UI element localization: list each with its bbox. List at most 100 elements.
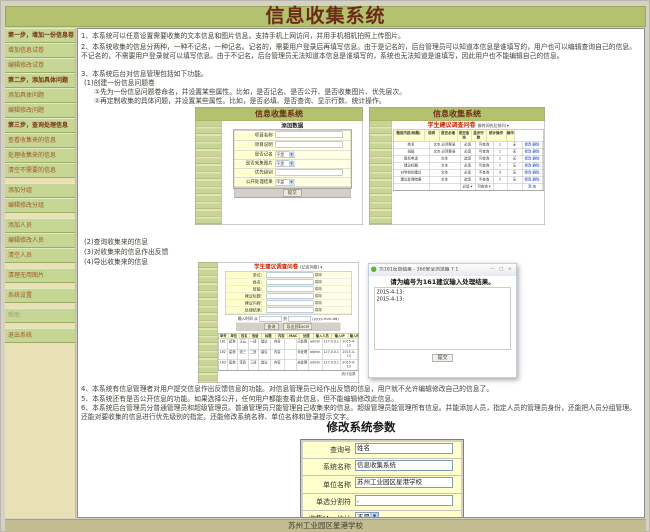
sidebar-item-label: 清空不需要的信息 xyxy=(8,167,57,174)
mini-query-form: 单位： 模糊 姓名： 模糊 班级： 模糊 建议标题： 模糊 建议内容： 模糊 处… xyxy=(224,271,352,316)
mini-results-row: 161 星港 王云 一班 建议 内容 已处理 admin 127.0.0.1 2015-… xyxy=(218,339,359,350)
sidebar-item[interactable]: 清理无用图片 xyxy=(5,268,75,283)
mini-column-header: 输入人员 xyxy=(313,333,332,339)
params-form-input[interactable]: 姓名 xyxy=(355,443,453,454)
mini-query-input xyxy=(266,293,314,300)
screenshot-query-results: 学生建议调查问卷 (记名问卷) ▾ 单位： 模糊 姓名： 模糊 班级： 模糊 建… xyxy=(198,262,359,383)
sidebar: 第一步，增加一份信息卷 增加信息试卷 编辑修改试卷 第二步，添加具体问题 添加具… xyxy=(5,28,76,518)
sidebar-item[interactable]: 帮助 xyxy=(5,308,75,323)
mini-table-header: 题目内容(标题) 说明 是否必填 是否查询 显示行数 统计操作 操作 xyxy=(393,130,544,142)
mini-column-header: 单位 xyxy=(228,333,240,339)
app-header: 信息收集系统 xyxy=(5,6,646,27)
footer: 苏州工业园区星港学校 xyxy=(5,519,646,532)
mini-form-row: 公开处理结果 不是 xyxy=(234,177,351,187)
mini-results-row: 162 星港 张三 二班 建议 内容 未处理 admin 127.0.0.1 2015-… xyxy=(218,349,359,361)
sidebar-item-label: 添加分组 xyxy=(8,187,33,194)
sidebar-item-label: 查看收集来的信息 xyxy=(8,137,57,144)
mini-app-header: 信息收集系统 xyxy=(369,107,545,121)
help-paragraph-2: 2、本系统收集的信息分两种，一种不记名，一种记名。记名的，需要用户登录后再填写信… xyxy=(81,43,636,61)
sidebar-item-label: 帮助 xyxy=(8,312,21,319)
mini-form-label: 优先级别 xyxy=(234,170,275,176)
mini-app-header: 信息收集系统 xyxy=(195,107,363,121)
sidebar-item[interactable]: 增加信息试卷 xyxy=(5,43,75,58)
sidebar-item-label: 第一步，增加一份信息卷 xyxy=(8,32,75,39)
sidebar-item[interactable]: 清空人员 xyxy=(5,248,75,263)
mini-column-header: 姓名 xyxy=(239,333,250,339)
help-step-1a: ①先为一份信息问题卷命名，并设置某些属性。比如，是否记名、是否公开、是否收集图片… xyxy=(94,88,406,96)
mini-form-input: 不是 xyxy=(275,151,295,158)
mini-query-input xyxy=(266,279,314,286)
sidebar-item[interactable]: 添加具体问题 xyxy=(5,88,75,103)
mini-form-label: 项目说明 xyxy=(234,142,275,149)
mini-form-row: 优先级别 xyxy=(234,168,351,178)
sidebar-item[interactable]: 系统设置 xyxy=(5,288,75,303)
mini-form-input: 不是 xyxy=(275,178,295,186)
close-icon: × xyxy=(507,266,512,272)
mini-query-input xyxy=(266,300,314,307)
sidebar-item[interactable]: 添加分组 xyxy=(5,183,75,198)
mini-form-row: 项目名称 xyxy=(234,131,351,141)
mini-column-header: 标题 xyxy=(261,333,276,339)
mini-form-input: 不是 xyxy=(275,160,295,167)
mini-form-row: 是否采集图片 不是 xyxy=(234,159,351,169)
mini-column-header: 说明 xyxy=(424,130,440,142)
mini-column-header: 是否查询 xyxy=(457,130,472,142)
mini-form-label: 是否记名 xyxy=(234,151,275,158)
sidebar-item[interactable]: 退出系统 xyxy=(5,328,75,343)
params-form-label: 单位名称 xyxy=(323,480,351,489)
sidebar-item[interactable]: 编辑修改问题 xyxy=(5,103,75,118)
help-paragraph-1: 1、本系统可以任意设置需要收集的文本信息和图片信息。支持手机上网访问，并用手机相… xyxy=(81,32,405,40)
sidebar-item-label: 编辑修改人员 xyxy=(8,237,45,244)
mini-form-label: 是否采集图片 xyxy=(234,160,275,167)
mini-question-table: 题目内容(标题) 说明 是否必填 是否查询 显示行数 统计操作 操作 姓名 文本 必须登录 必… xyxy=(392,129,544,192)
mini-table-row: 联系电话 文本 选填 可查询 1无 修改 删除 xyxy=(393,155,544,163)
params-form-input[interactable]: 不是 xyxy=(355,511,379,517)
screenshot-question-list: 信息收集系统 学生建议调查问卷 按时间先后排列 ▾ 题目内容(标题) 说明 是否… xyxy=(369,107,545,225)
params-form-input[interactable]: 信息收集系统 xyxy=(355,460,453,472)
mini-table-row: 建议标题 文本 必填 可查询 1无 修改 删除 xyxy=(393,162,544,170)
mini-search-button: 查询 xyxy=(264,323,279,331)
sidebar-item-label: 清理无用图片 xyxy=(8,272,45,279)
sidebar-item-label: 增加信息试卷 xyxy=(8,47,45,54)
sidebar-item[interactable]: 编辑修改分组 xyxy=(5,198,75,213)
app-window: 信息收集系统 第一步，增加一份信息卷 增加信息试卷 编辑修改试卷 第二步，添加具… xyxy=(0,0,650,532)
mini-sidebar xyxy=(369,121,392,225)
sidebar-item[interactable]: 处理收集来的信息 xyxy=(5,148,75,163)
mini-query-input xyxy=(266,286,314,293)
mini-query-row: 处理结果： 模糊 xyxy=(225,307,351,315)
mini-form-input xyxy=(275,141,343,148)
mini-query-buttons: 查询 导出到Excel xyxy=(236,322,341,332)
mini-column-header: 单号 xyxy=(218,333,229,339)
sidebar-item[interactable]: 清空不需要的信息 xyxy=(5,163,75,178)
mini-form-row: 项目说明 xyxy=(234,140,351,151)
screenshot-add-questionnaire: 信息收集系统 添加数据 项目名称 项目说明 是否记名 不是 ▾ 是否采集图片 不… xyxy=(195,107,363,225)
mini-column-header: 班级 xyxy=(249,333,262,339)
params-form-row: 系统名称 信息收集系统 xyxy=(303,459,461,477)
dialog-heading: 请为编号为161建议输入处理结果。 xyxy=(390,278,495,286)
sidebar-item-label: 编辑修改问题 xyxy=(8,107,45,114)
sidebar-item[interactable]: 查看收集来的信息 xyxy=(5,133,75,148)
screenshot-row: 信息收集系统 添加数据 项目名称 项目说明 是否记名 不是 ▾ 是否采集图片 不… xyxy=(195,107,545,225)
mini-column-header: 处理 xyxy=(299,333,314,339)
sidebar-item[interactable]: 添加人员 xyxy=(5,218,75,233)
params-form-label: 系统名称 xyxy=(323,463,351,472)
mini-query-row: 姓名： 模糊 xyxy=(225,279,351,287)
sidebar-item-label: 第二步，添加具体问题 xyxy=(8,77,69,84)
sidebar-item-label: 编辑修改分组 xyxy=(8,202,45,209)
sidebar-item[interactable]: 编辑修改试卷 xyxy=(5,58,75,73)
sidebar-item-label: 添加具体问题 xyxy=(8,92,45,99)
help-paragraph-5: 5、本系统还有是否公开信息的功能。如果选择公开，任何用户都能查看此信息，但不能编… xyxy=(81,395,398,403)
params-form-row: 查询号 姓名 xyxy=(303,442,461,460)
mini-table-row: 姓名 文本 必须登录 必填 可查询 1无 修改 删除 xyxy=(393,141,544,149)
sidebar-item-label: 处理收集来的信息 xyxy=(8,152,57,159)
mini-sidebar xyxy=(195,121,222,225)
mini-export-button: 导出到Excel xyxy=(283,323,313,331)
params-form-input[interactable]: , xyxy=(355,494,453,506)
mini-table-row: 班级 文本 必须登录 必填 可查询 1无 修改 删除 xyxy=(393,148,544,156)
sidebar-item[interactable]: 编辑修改人员 xyxy=(5,233,75,248)
mini-form-input xyxy=(275,168,343,176)
mini-date-from xyxy=(258,316,282,322)
sidebar-item: 第一步，增加一份信息卷 xyxy=(5,28,75,43)
params-form-label: 查询号 xyxy=(330,446,351,455)
params-form-input[interactable]: 苏州工业园区星港学校 xyxy=(355,477,453,489)
